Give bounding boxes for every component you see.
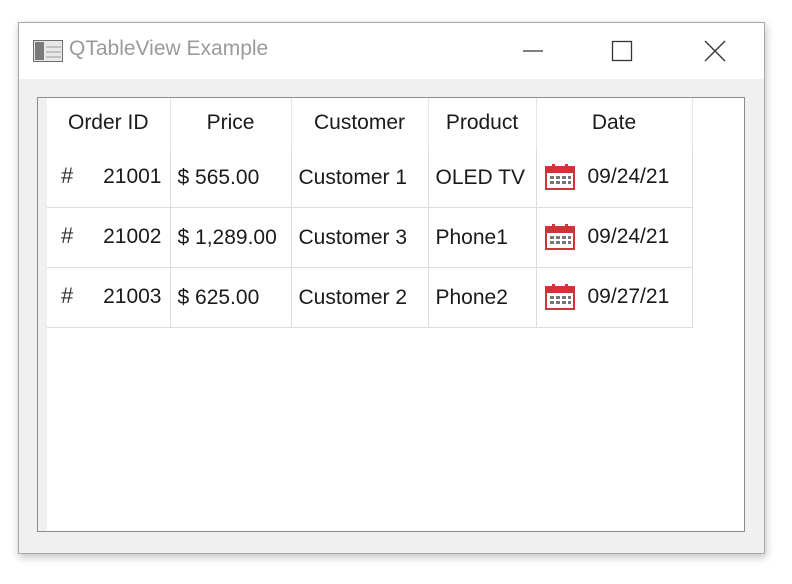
calendar-icon [544, 284, 575, 310]
orders-table: Order ID Price Customer Product Date # 2… [47, 98, 693, 328]
cell-order-id[interactable]: # 21001 [47, 148, 171, 208]
cell-customer[interactable]: Customer 3 [291, 207, 429, 268]
close-button[interactable] [684, 23, 746, 79]
hash-icon: # [61, 223, 74, 248]
header-price[interactable]: Price [170, 98, 292, 148]
cell-product[interactable]: OLED TV [428, 148, 537, 208]
header-customer[interactable]: Customer [291, 98, 429, 148]
cell-product[interactable]: Phone2 [428, 267, 537, 328]
close-icon [704, 40, 726, 62]
cell-product[interactable]: Phone1 [428, 207, 537, 268]
minimize-icon [523, 50, 543, 52]
window-title: QTableView Example [69, 37, 269, 60]
app-window: QTableView Example Order ID Price Custom… [18, 22, 765, 554]
order-id-value: 21003 [103, 285, 162, 308]
header-order-id[interactable]: Order ID [47, 98, 171, 148]
cell-customer[interactable]: Customer 2 [291, 267, 429, 328]
cell-price[interactable]: $ 625.00 [170, 267, 292, 328]
cell-order-id[interactable]: # 21003 [47, 267, 171, 328]
table-row[interactable]: # 21003 $ 625.00 Customer 2 Phone2 09/27… [47, 267, 693, 328]
maximize-button[interactable] [591, 23, 653, 79]
app-icon [33, 40, 63, 62]
cell-order-id[interactable]: # 21002 [47, 207, 171, 268]
calendar-icon [544, 224, 575, 250]
date-value: 09/24/21 [587, 165, 670, 188]
order-id-value: 21001 [103, 165, 162, 188]
header-date[interactable]: Date [536, 98, 693, 148]
cell-price[interactable]: $ 1,289.00 [170, 207, 292, 268]
date-value: 09/27/21 [587, 285, 670, 308]
hash-icon: # [61, 163, 74, 188]
date-value: 09/24/21 [587, 225, 670, 248]
cell-date[interactable]: 09/24/21 [536, 148, 693, 208]
cell-customer[interactable]: Customer 1 [291, 148, 429, 208]
table-view[interactable]: Order ID Price Customer Product Date # 2… [37, 97, 745, 532]
minimize-button[interactable] [502, 23, 564, 79]
hash-icon: # [61, 283, 74, 308]
title-bar[interactable]: QTableView Example [19, 23, 764, 79]
vertical-header [38, 98, 47, 531]
cell-date[interactable]: 09/27/21 [536, 267, 693, 328]
calendar-icon [544, 164, 575, 190]
cell-price[interactable]: $ 565.00 [170, 148, 292, 208]
maximize-icon [611, 40, 633, 62]
header-product[interactable]: Product [428, 98, 537, 148]
order-id-value: 21002 [103, 225, 162, 248]
cell-date[interactable]: 09/24/21 [536, 207, 693, 268]
header-row: Order ID Price Customer Product Date [47, 98, 693, 148]
table-row[interactable]: # 21002 $ 1,289.00 Customer 3 Phone1 09/… [47, 207, 693, 268]
table-row[interactable]: # 21001 $ 565.00 Customer 1 OLED TV 09/2… [47, 148, 693, 208]
